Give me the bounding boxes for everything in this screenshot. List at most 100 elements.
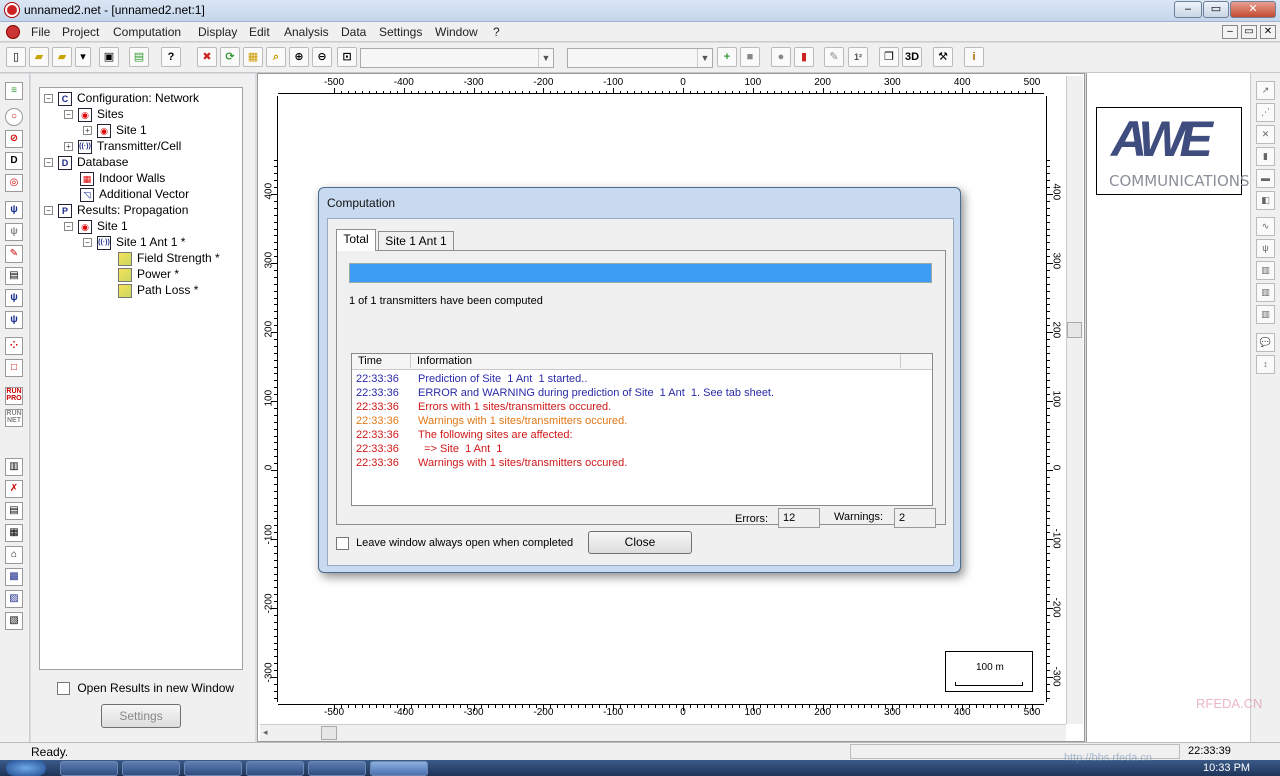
- antenna-icon[interactable]: ψ: [5, 201, 23, 219]
- target-icon[interactable]: ◎: [5, 174, 23, 192]
- new-file-icon[interactable]: ▯: [6, 47, 26, 67]
- mdi-restore-button[interactable]: ▭: [1241, 25, 1257, 39]
- transmitter-icon[interactable]: ▤: [5, 267, 23, 285]
- chart-cross-icon[interactable]: ✕: [1256, 125, 1275, 144]
- menu-settings[interactable]: Settings: [379, 25, 422, 39]
- open-results-checkbox[interactable]: [57, 682, 70, 696]
- tree-sites[interactable]: − ◉ Sites: [64, 106, 124, 122]
- project-tree[interactable]: − C Configuration: Network − ◉ Sites + ◉ Site …: [39, 87, 243, 670]
- menu-edit[interactable]: Edit: [249, 25, 270, 39]
- doc-icon[interactable]: [6, 25, 20, 39]
- h-scroll-thumb[interactable]: [321, 726, 337, 740]
- link-antenna-icon[interactable]: ψ: [5, 289, 23, 307]
- chart-line-icon[interactable]: ↗: [1256, 81, 1275, 100]
- add-icon[interactable]: +: [717, 47, 737, 67]
- site-icon[interactable]: ○: [5, 108, 23, 126]
- tool-8-icon[interactable]: ▧: [5, 612, 23, 630]
- refresh-icon[interactable]: ⟳: [220, 47, 240, 67]
- col-information[interactable]: Information: [417, 355, 472, 367]
- antenna-edit-icon[interactable]: ✎: [5, 245, 23, 263]
- tree-results-propagation[interactable]: − P Results: Propagation: [44, 202, 188, 218]
- settings-button[interactable]: Settings: [101, 704, 181, 728]
- color-legend-icon[interactable]: ▮: [794, 47, 814, 67]
- tool-6-icon[interactable]: ▩: [5, 568, 23, 586]
- menu-computation[interactable]: Computation: [113, 25, 181, 39]
- zoom-region-icon[interactable]: ⌕: [266, 47, 286, 67]
- tree-result-site-1[interactable]: − ◉ Site 1: [64, 218, 128, 234]
- wrench-icon[interactable]: ⚒: [933, 47, 953, 67]
- leave-open-checkbox[interactable]: [336, 537, 349, 550]
- menu-project[interactable]: Project: [62, 25, 99, 39]
- tool-4-icon[interactable]: ▦: [5, 524, 23, 542]
- copy-icon[interactable]: ❐: [879, 47, 899, 67]
- tree-site-1[interactable]: + ◉ Site 1: [83, 122, 147, 138]
- leave-open-option[interactable]: Leave window always open when completed: [336, 537, 573, 550]
- antenna-gray-icon[interactable]: ψ: [5, 223, 23, 241]
- value-combo[interactable]: ▼: [567, 48, 713, 68]
- edit-params-icon[interactable]: ≡: [5, 82, 23, 100]
- tree-indoor-walls[interactable]: ▦ Indoor Walls: [80, 170, 165, 186]
- grid-icon[interactable]: ⁘: [5, 337, 23, 355]
- save-icon[interactable]: ▣: [99, 47, 119, 67]
- tree-field-strength[interactable]: Field Strength *: [118, 250, 220, 266]
- tab-total[interactable]: Total: [336, 229, 376, 251]
- view-icon[interactable]: ▦: [243, 47, 263, 67]
- chart-bar-icon[interactable]: ▮: [1256, 147, 1275, 166]
- restore-button[interactable]: ▭: [1203, 1, 1229, 18]
- tool-2-icon[interactable]: ✗: [5, 480, 23, 498]
- taskbar-explorer[interactable]: [60, 761, 118, 776]
- mdi-minimize-button[interactable]: –: [1222, 25, 1238, 39]
- dropdown-arrow-icon[interactable]: ▾: [75, 47, 91, 67]
- chart-dock-icon[interactable]: ◧: [1256, 191, 1275, 210]
- menu-help[interactable]: ?: [493, 25, 500, 39]
- start-button[interactable]: [6, 760, 46, 776]
- minimize-button[interactable]: –: [1174, 1, 1202, 18]
- menu-data[interactable]: Data: [341, 25, 366, 39]
- zoom-in-icon[interactable]: ⊕: [289, 47, 309, 67]
- circle-icon[interactable]: ●: [771, 47, 791, 67]
- tree-database[interactable]: − D Database: [44, 154, 128, 170]
- chart-hist2-icon[interactable]: ▥: [1256, 283, 1275, 302]
- rectangle-icon[interactable]: □: [5, 359, 23, 377]
- layer-combo[interactable]: ▼: [360, 48, 554, 68]
- chart-area-icon[interactable]: ▬: [1256, 169, 1275, 188]
- tree-transmitter-cell[interactable]: + ((·)) Transmitter/Cell: [64, 138, 181, 154]
- help-icon[interactable]: ?: [161, 47, 181, 67]
- tool-3-icon[interactable]: ▤: [5, 502, 23, 520]
- menu-analysis[interactable]: Analysis: [284, 25, 329, 39]
- pencil-icon[interactable]: ✎: [824, 47, 844, 67]
- site-remove-icon[interactable]: ⊘: [5, 130, 23, 148]
- taskbar-chrome[interactable]: [122, 761, 180, 776]
- info-person-icon[interactable]: i: [964, 47, 984, 67]
- tree-path-loss[interactable]: Path Loss *: [118, 282, 198, 298]
- message-log[interactable]: Time Information 22:33:36 Prediction of S…: [351, 353, 933, 506]
- chart-hist3-icon[interactable]: ▥: [1256, 305, 1275, 324]
- tree-config-network[interactable]: − C Configuration: Network: [44, 90, 199, 106]
- menu-display[interactable]: Display: [198, 25, 237, 39]
- chart-antenna-icon[interactable]: ψ: [1256, 239, 1275, 258]
- col-time[interactable]: Time: [358, 355, 382, 367]
- app-icon[interactable]: [5, 3, 19, 17]
- chart-curve-icon[interactable]: ∿: [1256, 217, 1275, 236]
- step-icon[interactable]: 1²: [848, 47, 868, 67]
- measure-icon[interactable]: ↕: [1256, 355, 1275, 374]
- square-icon[interactable]: ■: [740, 47, 760, 67]
- 3d-view-icon[interactable]: 3D: [902, 47, 922, 67]
- database-icon[interactable]: D: [5, 152, 23, 170]
- run-net-icon[interactable]: RUN NET: [5, 409, 23, 427]
- close-window-button[interactable]: ✕: [1230, 1, 1276, 18]
- taskbar-excel[interactable]: [184, 761, 242, 776]
- tree-power[interactable]: Power *: [118, 266, 179, 282]
- tree-additional-vector[interactable]: ◹ Additional Vector: [80, 186, 189, 202]
- open-folder-icon[interactable]: ▰: [29, 47, 49, 67]
- tool-7-icon[interactable]: ▨: [5, 590, 23, 608]
- zoom-fit-icon[interactable]: ⊡: [337, 47, 357, 67]
- menu-window[interactable]: Window: [435, 25, 478, 39]
- menu-file[interactable]: File: [31, 25, 50, 39]
- delete-icon[interactable]: ✖: [197, 47, 217, 67]
- taskbar-winprop[interactable]: [370, 761, 428, 776]
- tree-site-1-ant-1[interactable]: − ((·)) Site 1 Ant 1 *: [83, 234, 185, 250]
- taskbar-app-5[interactable]: [308, 761, 366, 776]
- tool-5-icon[interactable]: ⌂: [5, 546, 23, 564]
- zoom-out-icon[interactable]: ⊖: [312, 47, 332, 67]
